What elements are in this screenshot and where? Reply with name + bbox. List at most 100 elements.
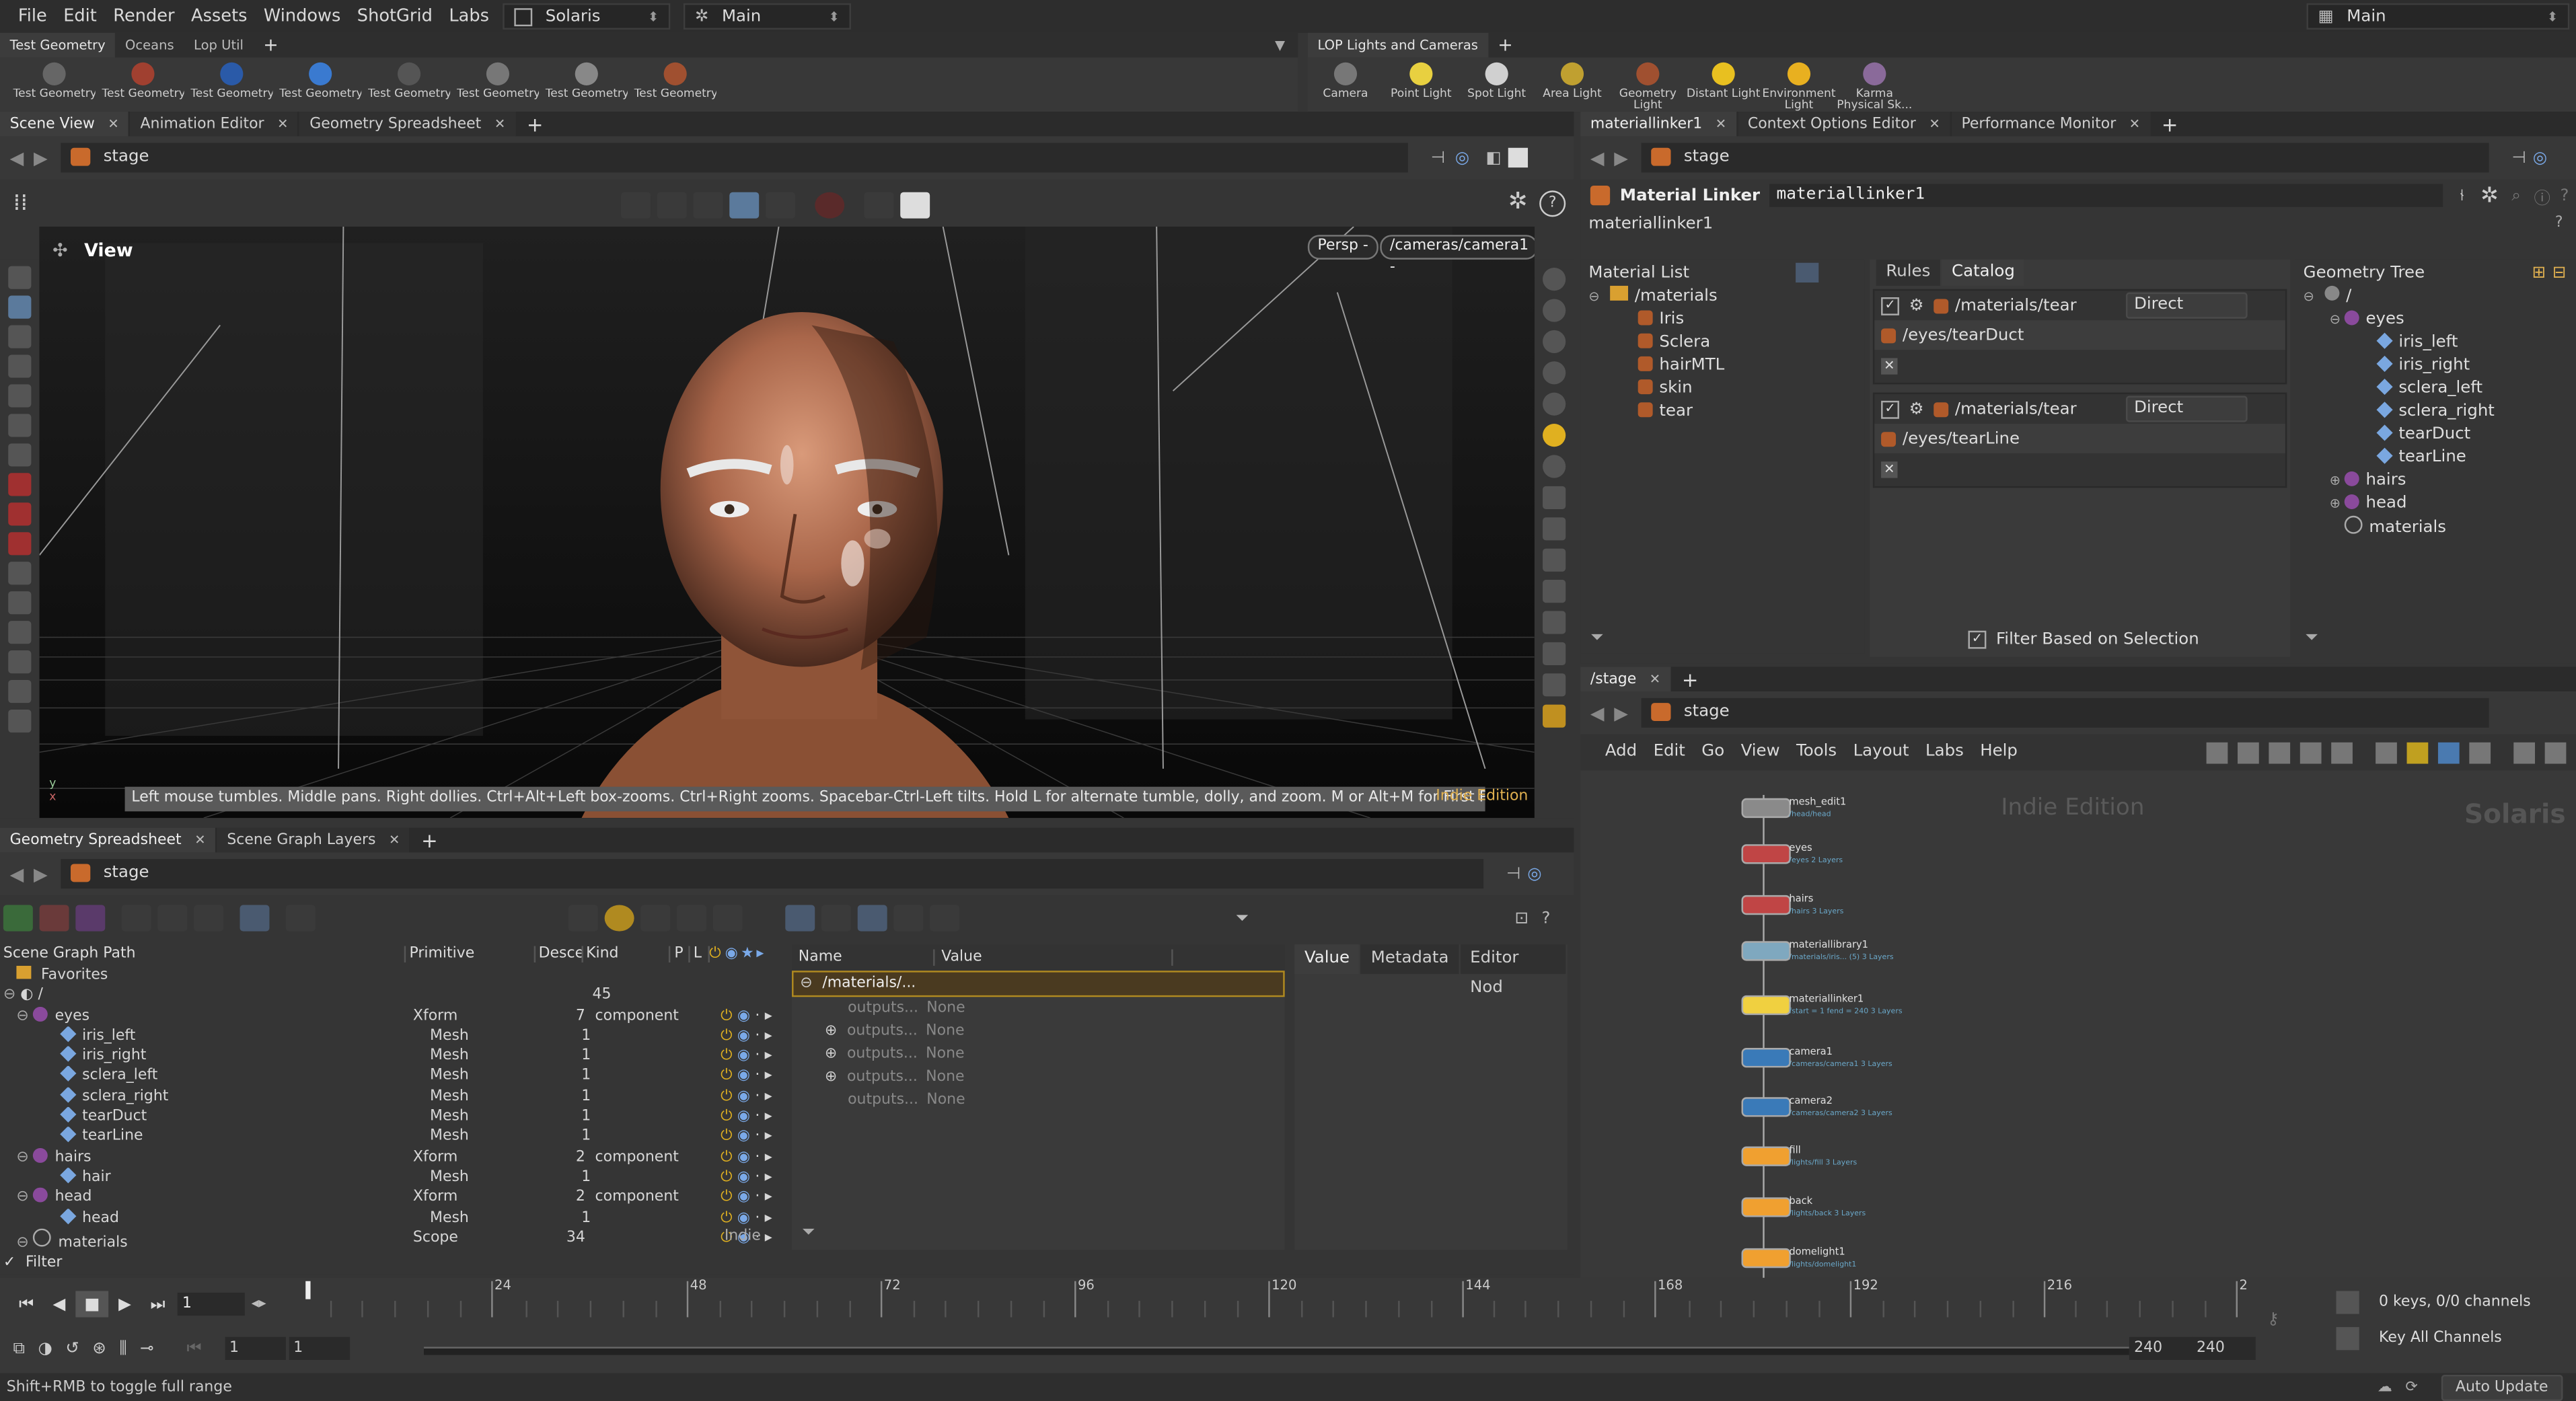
star-icon[interactable]: · [755,1028,760,1044]
network-menu-tools[interactable]: Tools [1788,736,1845,769]
shelf-tool-test-geometry[interactable]: Test Geometry:... [276,57,365,112]
close-icon[interactable]: ✕ [108,116,118,131]
settings-square-icon[interactable] [900,192,930,219]
realtime-icon[interactable]: ⧉ [13,1339,25,1357]
close-icon[interactable]: ✕ [494,116,505,131]
list-icon[interactable] [2269,741,2291,763]
key-all[interactable]: Key All Channels [2336,1326,2570,1352]
geo-tree-item[interactable]: tearDuct [2304,424,2576,447]
scale-icon[interactable] [8,384,32,408]
layout-icon[interactable] [2376,741,2397,763]
shelf-tool-test-geometry[interactable]: Test Geometry:... [542,57,631,112]
tree-icon[interactable] [568,905,598,932]
tab-geometry-spreadsheet[interactable]: Geometry Spreadsheet ✕ [0,827,216,853]
draw-mode-icon[interactable] [75,905,106,932]
spreadsheet-path-field[interactable]: stage [61,859,1483,889]
select-icon[interactable]: ▸ [765,1190,772,1206]
close-icon[interactable]: ✕ [389,833,400,847]
visibility-icon[interactable]: ◉ [737,1028,750,1044]
expand-icon[interactable]: ⊕ [2330,493,2345,516]
sun-icon[interactable] [604,905,634,932]
keys-icon[interactable]: ⫼ [119,1339,126,1357]
bulb-icon[interactable] [1543,455,1566,478]
visibility-icon[interactable]: ◉ [737,1190,750,1206]
tab-context-options-editor[interactable]: Context Options Editor ✕ [1738,112,1950,137]
key-icon[interactable]: ⚷ [2267,1311,2279,1329]
ruler-icon[interactable] [8,591,32,615]
table-row[interactable]: tearDuct Mesh 1 ⏻ ◉ · ▸ [0,1107,772,1127]
close-icon[interactable]: ✕ [194,833,205,847]
node-domelight1[interactable] [1741,1248,1791,1269]
network-menu-go[interactable]: Go [1693,736,1732,769]
select-icon[interactable]: ▸ [765,1089,772,1105]
remove-target-icon[interactable]: ✕ [1881,461,1898,478]
shelf-tool-spot-light[interactable]: Spot Light [1459,57,1534,112]
help-icon[interactable]: ? [1539,190,1566,217]
shelf-tool-environment-light[interactable]: Environment Light [1761,57,1837,112]
collapse-icon[interactable]: ⊖ [3,987,20,1004]
info-icon[interactable] [157,905,188,932]
view-menu-icon[interactable]: ✣ [52,240,68,262]
slider-icon[interactable]: ⊸ [140,1339,153,1357]
transform-icon[interactable] [657,192,687,219]
menu-windows[interactable]: Windows [256,0,349,33]
star-icon[interactable]: · [755,1210,760,1226]
node-eyes[interactable] [1741,844,1791,864]
add-shelf-icon[interactable]: + [263,34,279,56]
active-toggle-icon[interactable]: ⏻ [721,1028,732,1044]
pause-icon[interactable] [1543,611,1566,634]
menu-shotgrid[interactable]: ShotGrid [349,0,441,33]
table-row[interactable]: ⊖ materials Scope 34 ⏻ ◉ · ▸ [0,1228,772,1248]
menu-render[interactable]: Render [105,0,183,33]
star-icon[interactable]: · [755,1190,760,1206]
geo-tree-item[interactable]: tearLine [2304,447,2576,469]
shelf-tool-test-geometry[interactable]: Test Geometry:... [453,57,542,112]
render-icon[interactable] [864,192,894,219]
scene-filter-icon[interactable] [121,905,151,932]
table-row[interactable]: ⊖ hairs Xform 2 component ⏻ ◉ · ▸ [0,1147,772,1168]
tab-materiallinker1[interactable]: materiallinker1 ✕ [1580,112,1736,137]
list-icon[interactable] [821,905,851,932]
node-camera1[interactable] [1741,1047,1791,1068]
add-prim-icon[interactable] [3,905,33,932]
table-row[interactable]: head Mesh 1 ⏻ ◉ · ▸ [0,1208,772,1228]
camera-view-icon[interactable] [1543,268,1566,291]
active-toggle-icon[interactable]: ⏻ [721,1008,732,1024]
select-icon[interactable]: ▸ [765,1048,772,1064]
light-icon[interactable] [8,621,32,644]
warning-icon[interactable] [1543,673,1566,697]
geo-root[interactable]: ⊖ / [2304,285,2576,309]
help-icon[interactable] [712,905,743,932]
star-icon[interactable]: · [755,1048,760,1064]
audio-icon[interactable]: ◑ [38,1339,52,1357]
material-item[interactable]: tear [1588,401,1864,424]
back-arrow-icon[interactable]: ◀ [1590,702,1605,724]
link-icon[interactable]: ◎ [1455,149,1469,167]
camera-menu[interactable]: /cameras/camera1 - [1380,235,1535,276]
visibility-icon[interactable]: ◉ [737,1149,750,1166]
table-row[interactable]: ⊖ eyes Xform 7 component ⏻ ◉ · ▸ [0,1006,772,1026]
scene-path-field[interactable]: stage [61,143,1408,173]
rule-material[interactable]: /materials/tear [1955,297,2126,315]
play-icon[interactable]: ▶ [108,1295,141,1314]
prop-row[interactable]: outputs... None [792,1089,1285,1112]
split-icon[interactable] [2331,741,2353,763]
menu-grid-icon[interactable]: ⁞⁞ [13,190,28,217]
node-materiallinker1[interactable] [1741,995,1791,1016]
star-icon[interactable]: · [755,1109,760,1125]
tab-animation-editor[interactable]: Animation Editor ✕ [130,112,299,137]
star-icon[interactable]: · [755,1068,760,1084]
prop-row[interactable]: outputs... None [792,997,1285,1020]
frame-field[interactable]: 1 [177,1292,245,1316]
star-icon[interactable]: · [755,1089,760,1105]
info-icon[interactable]: ⓘ [2534,183,2550,208]
gear-icon[interactable] [640,905,671,932]
param-path-field[interactable]: stage [1641,143,2489,173]
select-icon[interactable]: ▸ [765,1109,772,1125]
prop-root-row[interactable]: ⊖ /materials/... [792,971,1285,997]
geo-tree-item[interactable]: iris_right [2304,354,2576,377]
material-item[interactable]: Iris [1588,309,1864,332]
node-name-field[interactable]: materiallinker1 [1769,184,2443,207]
prop-column-header[interactable]: Name [792,949,935,966]
forward-arrow-icon[interactable]: ▶ [34,147,48,169]
